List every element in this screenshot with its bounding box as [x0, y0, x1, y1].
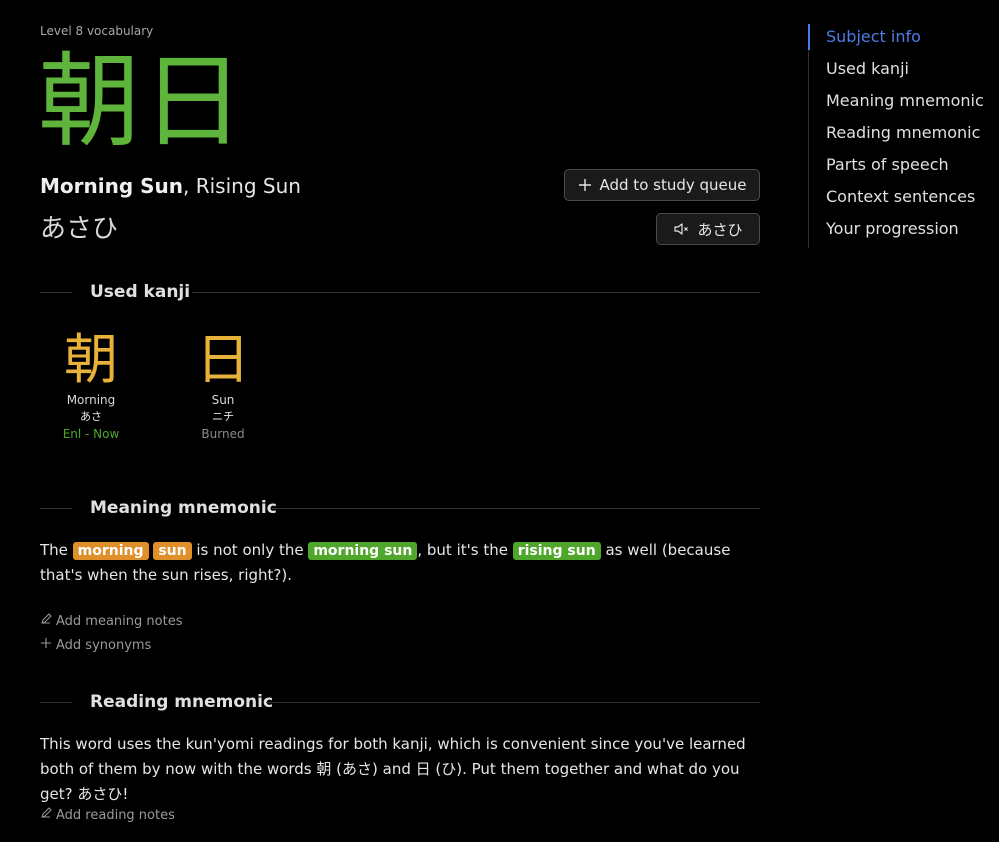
- other-meanings: , Rising Sun: [183, 174, 301, 198]
- used-kanji-header: Used kanji: [40, 282, 760, 302]
- subject-characters: 朝日: [38, 43, 246, 162]
- text-run: The: [40, 541, 73, 559]
- plus-icon: [40, 637, 52, 653]
- used-kanji-card[interactable]: 日 Sun ニチ Burned: [171, 328, 275, 442]
- meaning-mnemonic-header: Meaning mnemonic: [40, 498, 760, 518]
- audio-reading-label: あさひ: [697, 220, 743, 239]
- meaning-mnemonic-title: Meaning mnemonic: [90, 498, 295, 518]
- reading-mnemonic-title: Reading mnemonic: [90, 692, 292, 712]
- add-synonyms-link[interactable]: Add synonyms: [40, 637, 151, 653]
- vocabulary-highlight: morning sun: [308, 542, 418, 560]
- toc-item-subject-info[interactable]: Subject info: [808, 24, 999, 56]
- kanji-glyph: 日: [196, 328, 250, 391]
- kanji-reading: ニチ: [212, 410, 234, 423]
- toc-item-context-sentences[interactable]: Context sentences: [809, 184, 999, 216]
- table-of-contents: Subject info Used kanji Meaning mnemonic…: [808, 24, 999, 248]
- add-synonyms-label: Add synonyms: [56, 637, 152, 653]
- reading-highlight: morning: [72, 542, 149, 560]
- toc-item-parts-of-speech[interactable]: Parts of speech: [809, 152, 999, 184]
- add-to-study-queue-button[interactable]: Add to study queue: [564, 169, 760, 201]
- pencil-icon: [40, 807, 52, 823]
- vocabulary-highlight: rising sun: [512, 542, 601, 560]
- kanji-meaning: Morning: [66, 393, 116, 407]
- speaker-icon: [673, 222, 689, 236]
- add-meaning-notes-link[interactable]: Add meaning notes: [40, 613, 182, 629]
- kanji-glyph: 朝: [64, 328, 118, 391]
- reading-mnemonic-text: This word uses the kun'yomi readings for…: [40, 735, 746, 803]
- toc-item-meaning-mnemonic[interactable]: Meaning mnemonic: [809, 88, 999, 120]
- text-run: , but it's the: [417, 541, 513, 559]
- kanji-srs-status: Burned: [201, 427, 245, 441]
- kanji-reading: あさ: [80, 410, 102, 423]
- add-to-study-queue-label: Add to study queue: [599, 176, 747, 194]
- add-reading-notes-label: Add reading notes: [56, 807, 175, 823]
- text-run: is not only the: [191, 541, 309, 559]
- play-audio-button[interactable]: あさひ: [656, 213, 760, 245]
- reading-highlight: sun: [153, 542, 192, 560]
- reading-mnemonic-header: Reading mnemonic: [40, 692, 760, 712]
- toc-item-reading-mnemonic[interactable]: Reading mnemonic: [809, 120, 999, 152]
- used-kanji-card[interactable]: 朝 Morning あさ Enl - Now: [39, 328, 143, 442]
- subject-meanings: Morning Sun, Rising Sun: [40, 174, 301, 198]
- primary-meaning: Morning Sun: [40, 174, 183, 198]
- used-kanji-title: Used kanji: [90, 282, 209, 302]
- pencil-icon: [40, 613, 52, 629]
- add-reading-notes-link[interactable]: Add reading notes: [40, 807, 175, 823]
- toc-item-your-progression[interactable]: Your progression: [809, 216, 999, 248]
- meaning-mnemonic-text: The morning sun is not only the morning …: [40, 538, 760, 588]
- level-label: Level 8 vocabulary: [40, 24, 154, 38]
- subject-reading: あさひ: [40, 214, 119, 244]
- add-meaning-notes-label: Add meaning notes: [56, 613, 183, 629]
- kanji-meaning: Sun: [211, 393, 235, 407]
- toc-item-used-kanji[interactable]: Used kanji: [809, 56, 999, 88]
- kanji-srs-status: Enl - Now: [62, 427, 120, 441]
- plus-icon: [578, 178, 592, 192]
